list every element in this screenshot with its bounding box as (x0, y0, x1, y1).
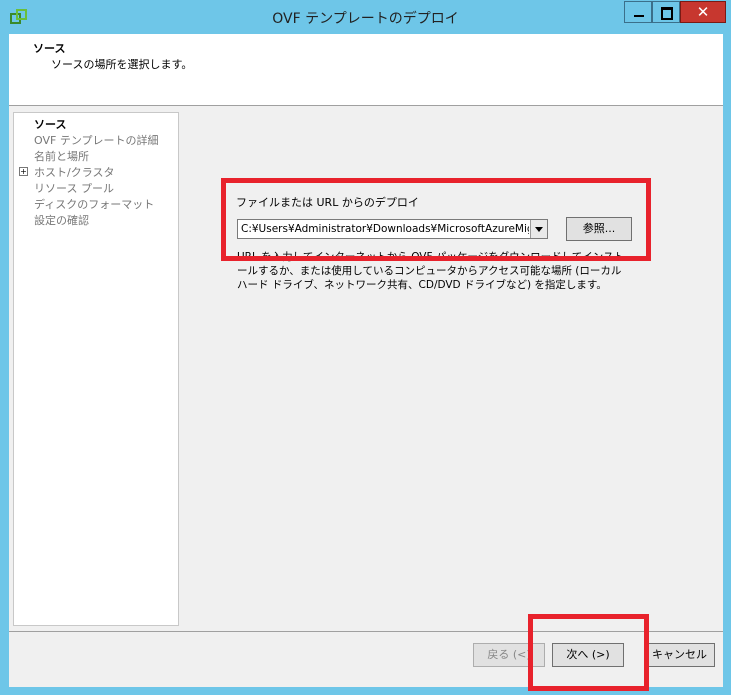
minimize-icon (634, 15, 644, 17)
window-title: OVF テンプレートのデプロイ (272, 11, 459, 27)
maximize-icon (661, 7, 673, 20)
header-subtitle: ソースの場所を選択します。 (51, 58, 193, 71)
minimize-button[interactable] (624, 1, 652, 23)
nav-step-host-cluster[interactable]: ホスト/クラスタ (34, 164, 115, 180)
wizard-steps-nav: ソース OVF テンプレートの詳細 名前と場所 + ホスト/クラスタ リソース … (13, 112, 179, 626)
next-highlight-box (528, 614, 649, 691)
nav-step-resource-pool[interactable]: リソース プール (34, 180, 114, 196)
nav-step-confirm[interactable]: 設定の確認 (34, 212, 89, 228)
source-highlight-box (221, 178, 651, 261)
maximize-button[interactable] (652, 1, 680, 23)
cancel-button[interactable]: キャンセル (644, 643, 715, 667)
dialog-client: ソース ソースの場所を選択します。 ソース OVF テンプレートの詳細 名前と場… (9, 34, 723, 687)
expand-icon[interactable]: + (19, 167, 28, 176)
nav-step-disk-format[interactable]: ディスクのフォーマット (34, 196, 154, 212)
close-icon: ✕ (696, 3, 710, 21)
wizard-header: ソース ソースの場所を選択します。 (9, 34, 723, 106)
close-button[interactable]: ✕ (680, 1, 726, 23)
title-bar: OVF テンプレートのデプロイ ✕ (0, 0, 731, 34)
nav-step-ovf-details[interactable]: OVF テンプレートの詳細 (34, 132, 158, 148)
header-title: ソース (33, 42, 66, 55)
nav-step-name-location[interactable]: 名前と場所 (34, 148, 89, 164)
ovf-deploy-window: OVF テンプレートのデプロイ ✕ ソース ソースの場所を選択します。 ソース … (0, 0, 731, 695)
nav-step-source[interactable]: ソース (34, 116, 66, 132)
